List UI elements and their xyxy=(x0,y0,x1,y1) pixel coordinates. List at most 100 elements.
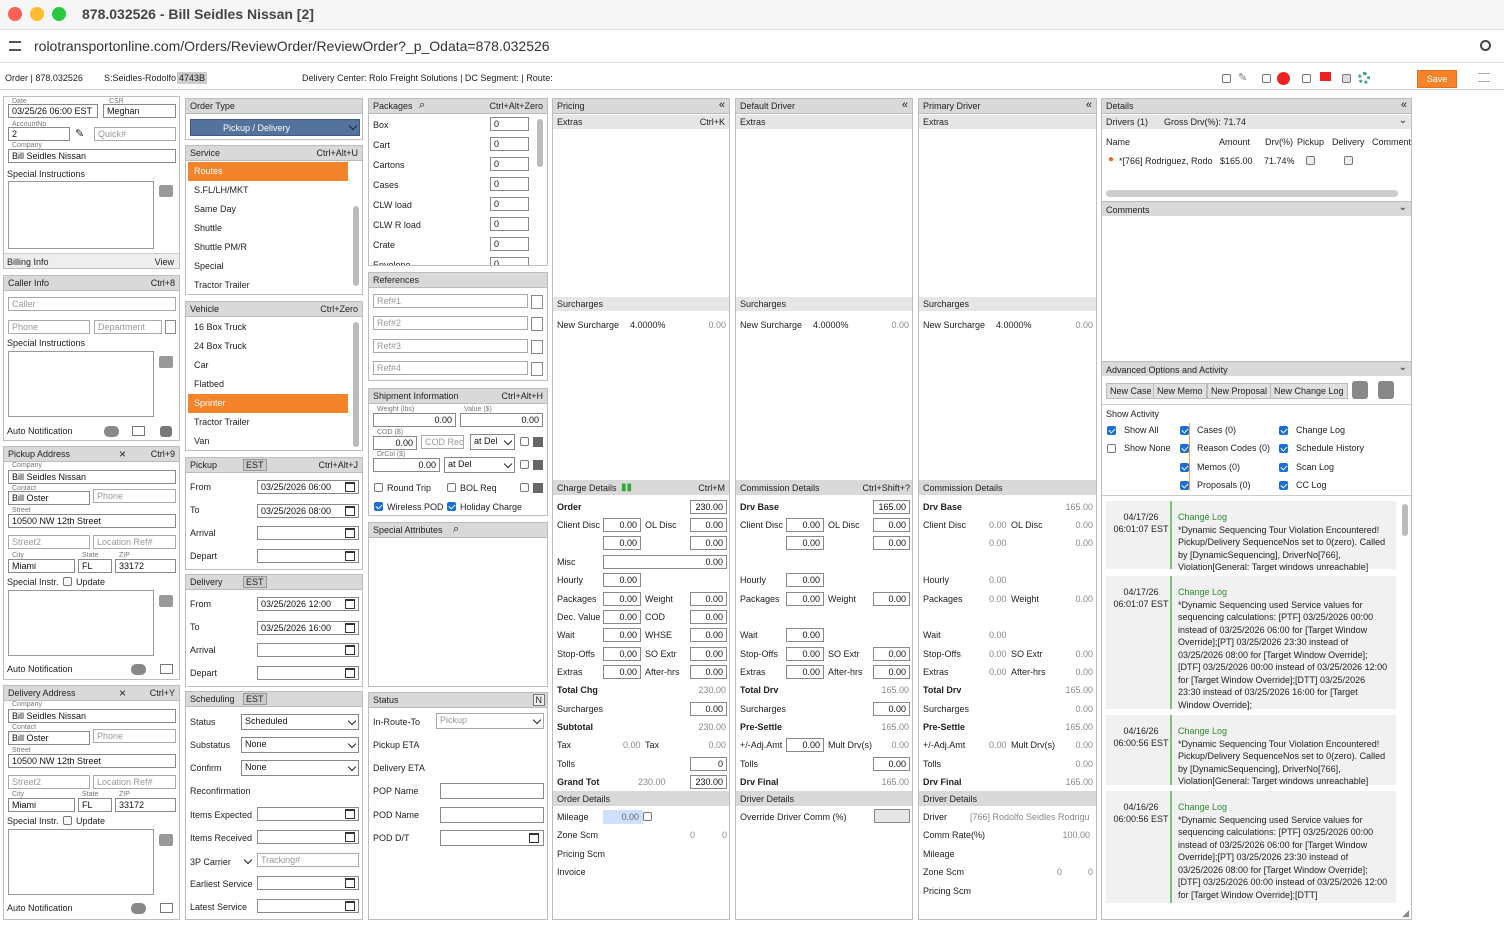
email-icon[interactable] xyxy=(132,426,145,436)
delivery-street2-field[interactable]: Street2 xyxy=(8,775,90,789)
calendar-icon[interactable] xyxy=(529,833,539,843)
delivery-company-field[interactable]: Bill Seidles Nissan xyxy=(8,709,176,723)
resize-handle-icon[interactable]: ◢ xyxy=(1402,908,1409,919)
delivery-arrival-field[interactable] xyxy=(257,643,359,657)
package-qty-field[interactable]: 0 xyxy=(490,237,529,251)
tolls-field2[interactable]: 0 xyxy=(690,757,727,771)
minimize-window-button[interactable] xyxy=(30,7,44,21)
activity-log-entry[interactable]: 04/17/26 06:01:07 EST Change Log *Dynamic S… xyxy=(1106,501,1396,572)
memos-checkbox[interactable] xyxy=(1180,463,1189,472)
after-hrs-field2[interactable]: 0.00 xyxy=(873,665,910,679)
caller-field[interactable]: Caller xyxy=(8,297,176,311)
package-qty-field[interactable]: 0 xyxy=(490,137,529,151)
vehicle-item-van[interactable]: Van xyxy=(188,432,348,450)
pickup-locref-field[interactable]: Location Ref# xyxy=(93,535,176,549)
account-field[interactable]: 2 xyxy=(8,127,70,141)
cod-field2[interactable]: 0.00 xyxy=(690,610,727,624)
status-n-badge[interactable]: N xyxy=(532,694,545,706)
proposals-checkbox[interactable] xyxy=(1180,481,1189,490)
wait-field[interactable]: 0.00 xyxy=(786,628,824,642)
service-item-same-day[interactable]: Same Day xyxy=(188,200,348,219)
pickup-special-textarea[interactable] xyxy=(8,590,154,656)
confirm-select[interactable]: None xyxy=(241,760,359,776)
pickup-to-field[interactable]: 03/25/2026 08:00 xyxy=(257,504,359,518)
calendar-icon[interactable] xyxy=(345,623,355,633)
vehicle-item-24-box[interactable]: 24 Box Truck xyxy=(188,337,348,356)
delivery-locref-field[interactable]: Location Ref# xyxy=(93,775,176,789)
date-field[interactable]: 03/25/26 06:00 EST xyxy=(8,104,98,118)
delivery-to-field[interactable]: 03/25/2026 16:00 xyxy=(257,621,359,635)
expand-icon[interactable]: ⌄ xyxy=(1399,362,1407,373)
pickup-from-field[interactable]: 03/25/2026 06:00 xyxy=(257,480,359,494)
weight-field2[interactable]: 0.00 xyxy=(690,592,727,606)
extra-checkbox[interactable] xyxy=(520,483,529,492)
pickup-state-field[interactable]: FL xyxy=(78,559,112,573)
package-qty-field[interactable]: 0 xyxy=(490,177,529,191)
service-item-special[interactable]: Special xyxy=(188,257,348,276)
drcol-checkbox[interactable] xyxy=(520,460,529,469)
dec-value-field[interactable]: 0.00 xyxy=(603,610,641,624)
vehicle-item-16-box[interactable]: 16 Box Truck xyxy=(188,318,348,337)
service-item-shuttle[interactable]: Shuttle xyxy=(188,219,348,238)
company-field[interactable]: Bill Seidles Nissan xyxy=(8,149,176,163)
disc2-field2[interactable]: 0.00 xyxy=(690,536,727,550)
round-trip-checkbox[interactable] xyxy=(374,483,383,492)
adj-amt-field[interactable]: 0.00 xyxy=(786,738,824,752)
pin-checkbox[interactable] xyxy=(1222,74,1231,83)
vehicle-item-sprinter[interactable]: Sprinter xyxy=(188,394,348,413)
collapse-icon[interactable]: « xyxy=(1401,99,1407,111)
comment-icon[interactable] xyxy=(159,185,173,197)
tolls-field2[interactable]: 0.00 xyxy=(873,757,910,771)
packages-field[interactable]: 0.00 xyxy=(603,592,641,606)
drcol-field[interactable]: 0.00 xyxy=(373,458,440,472)
search-icon[interactable]: ⌕ xyxy=(419,99,425,112)
disc2-field[interactable]: 0.00 xyxy=(786,536,824,550)
mileage-field[interactable]: 0.00 xyxy=(603,810,643,824)
calendar-icon[interactable] xyxy=(345,599,355,609)
stop-offs-field[interactable]: 0.00 xyxy=(786,647,824,661)
flag-checkbox[interactable] xyxy=(1302,74,1311,83)
items-received-field[interactable] xyxy=(257,830,359,844)
zoom-icon[interactable] xyxy=(1480,40,1491,51)
surcharges-field2[interactable]: 0.00 xyxy=(873,702,910,716)
calendar-icon[interactable] xyxy=(345,668,355,678)
ref2-expand-button[interactable] xyxy=(531,317,543,331)
delivery-state-field[interactable]: FL xyxy=(78,798,112,812)
close-window-button[interactable] xyxy=(8,7,22,21)
service-scrollbar[interactable] xyxy=(353,206,359,286)
calendar-icon[interactable] xyxy=(345,832,355,842)
search-icon[interactable]: ⌕ xyxy=(453,523,459,536)
bol-req-checkbox[interactable] xyxy=(447,483,456,492)
driver-pickup-checkbox[interactable] xyxy=(1306,156,1315,165)
override-comm-field[interactable] xyxy=(874,809,910,823)
pickup-street2-field[interactable]: Street2 xyxy=(8,535,90,549)
ol-disc-field2[interactable]: 0.00 xyxy=(873,518,910,532)
surcharges-field2[interactable]: 0.00 xyxy=(690,702,727,716)
expand-icon[interactable]: ⌄ xyxy=(1399,202,1407,213)
value-field[interactable]: 0.00 xyxy=(460,413,543,427)
update-checkbox[interactable] xyxy=(63,816,72,825)
mileage-checkbox[interactable] xyxy=(643,812,652,821)
latest-service-field[interactable] xyxy=(257,899,359,913)
delivery-zip-field[interactable]: 33172 xyxy=(115,798,176,812)
pickup-city-field[interactable]: Miami xyxy=(8,559,75,573)
driver-chat-icon[interactable] xyxy=(1378,381,1394,399)
ref3-field[interactable]: Ref#3 xyxy=(373,339,528,353)
pickup-street-field[interactable]: 10500 NW 12th Street xyxy=(8,514,176,528)
service-item-sfl[interactable]: S.FL/LH/MKT xyxy=(188,181,348,200)
package-qty-field[interactable]: 0 xyxy=(490,117,529,131)
activity-log-entry[interactable]: 04/16/26 06:00:56 EST Change Log *Dynamic S… xyxy=(1106,715,1396,786)
activity-log-entry[interactable]: 04/17/26 06:01:07 EST Change Log *Dynamic S… xyxy=(1106,576,1396,710)
csr-field[interactable]: Meghan xyxy=(103,104,176,118)
chat-icon[interactable] xyxy=(104,426,119,437)
package-qty-field[interactable]: 0 xyxy=(490,157,529,171)
vehicle-item-car[interactable]: Car xyxy=(188,356,348,375)
caller-phone-field[interactable]: Phone xyxy=(8,320,90,334)
calendar-icon[interactable] xyxy=(345,506,355,516)
change-log-checkbox[interactable] xyxy=(1279,426,1288,435)
hourly-field[interactable]: 0.00 xyxy=(786,573,824,587)
url-text[interactable]: rolotransportonline.com/Orders/ReviewOrd… xyxy=(34,38,550,54)
pickup-company-field[interactable]: Bill Seidles Nissan xyxy=(8,470,176,484)
wireless-pod-checkbox[interactable] xyxy=(374,502,383,511)
cod-checkbox[interactable] xyxy=(520,437,529,446)
